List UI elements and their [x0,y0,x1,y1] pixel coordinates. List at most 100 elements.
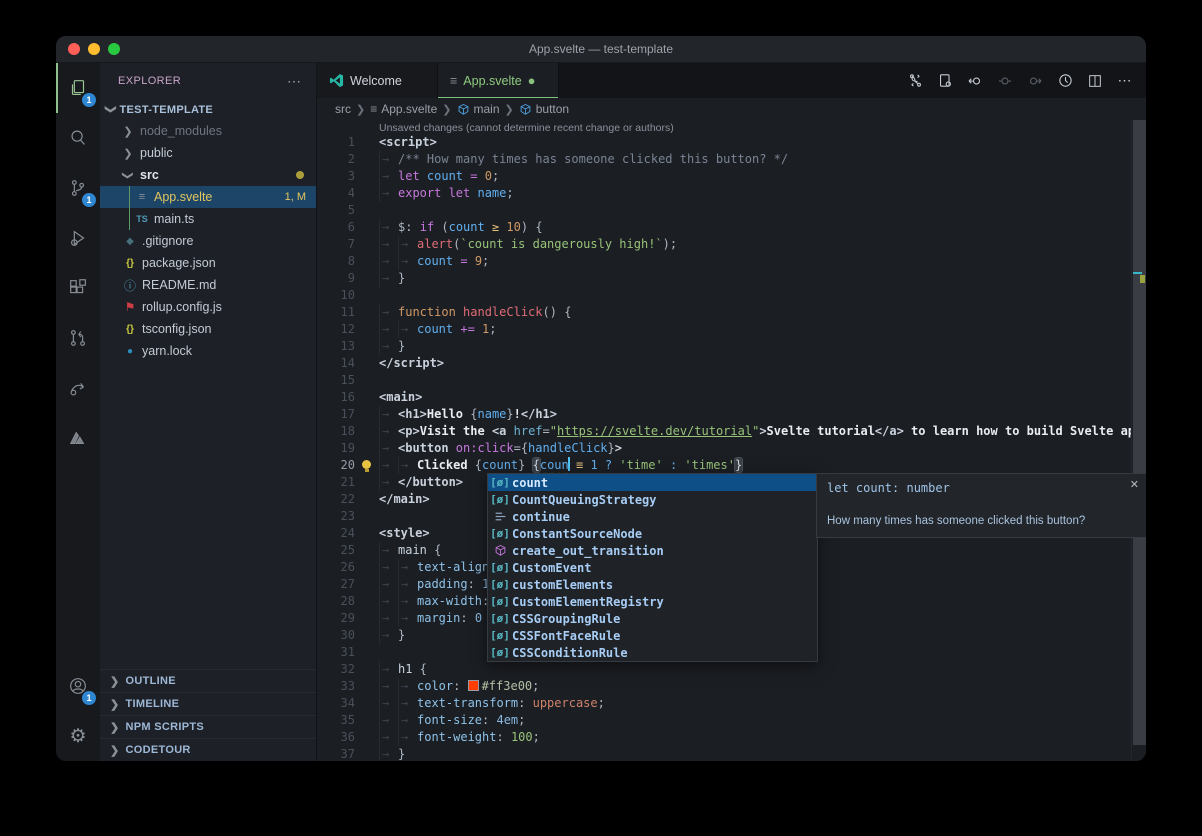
tab-welcome[interactable]: Welcome [317,63,438,98]
breadcrumb[interactable]: src❯≡App.svelte❯main❯button [317,98,1146,120]
line-number: 24 [317,525,379,542]
activity-extensions[interactable] [56,263,100,313]
title-bar[interactable]: App.svelte — test-template [56,36,1146,63]
file-row-rollup-config-js[interactable]: ⚑rollup.config.js [100,296,316,318]
code-line-36: 36→→font-weight: 100; [317,729,1132,746]
open-changes-button[interactable] [932,68,958,94]
suggest-item-customelements[interactable]: [ø]customElements [488,576,817,593]
indent-guide: → [398,457,417,474]
next-change-button[interactable] [1022,68,1048,94]
panel-npm-scripts[interactable]: ❯ NPM SCRIPTS [100,715,316,738]
close-icon[interactable]: ✕ [1130,478,1139,491]
file-row-src[interactable]: ❯src [100,164,316,186]
suggest-item-customelementregistry[interactable]: [ø]CustomElementRegistry [488,593,817,610]
activity-source-control[interactable]: 1 [56,163,100,213]
breadcrumb-label: src [335,102,351,116]
symbol-icon [519,103,532,116]
more-actions-button[interactable]: ⋯ [1112,68,1138,94]
code-line-35: 35→→font-size: 4em; [317,712,1132,729]
editor-scrollbar[interactable] [1131,120,1146,761]
workspace-section-header[interactable]: ❯ TEST-TEMPLATE [100,99,316,120]
line-number: 5 [317,202,379,219]
file-label: src [140,168,159,182]
file-row-node-modules[interactable]: ❯node_modules [100,120,316,142]
file-history-button[interactable] [1052,68,1078,94]
panel-outline[interactable]: ❯OUTLINE [100,669,316,692]
breadcrumb-item-button[interactable]: button [519,102,569,116]
code-editor[interactable]: Unsaved changes (cannot determine recent… [317,120,1132,761]
suggest-item-cssgroupingrule[interactable]: [ø]CSSGroupingRule [488,610,817,627]
indent-guide: → [379,151,398,168]
modified-dot [296,171,304,179]
breadcrumb-separator: ❯ [442,103,451,116]
code-line-5: 5 [317,202,1132,219]
dirty-indicator[interactable]: ● [528,73,536,88]
activity-settings[interactable]: ⚙ [56,711,100,761]
file-row-yarn-lock[interactable]: ●yarn.lock [100,340,316,362]
indent-guide: → [379,440,398,457]
line-number: 22 [317,491,379,508]
file-row-tsconfig-json[interactable]: {}tsconfig.json [100,318,316,340]
chevron-right-icon: ❯ [120,125,136,138]
git-icon: ◆ [122,236,138,247]
file-row-app-svelte[interactable]: ≡App.svelte1, M [100,186,316,208]
indent-guide: → [398,559,417,576]
overview-cursor-marker [1133,272,1142,274]
panel-codetour[interactable]: ❯CODETOUR [100,738,316,761]
activity-azure[interactable] [56,413,100,463]
activity-live-share[interactable] [56,363,100,413]
line-number: 32 [317,661,379,678]
line-number: 27 [317,576,379,593]
tab-app-svelte[interactable]: ≡App.svelte● [438,63,559,98]
code-line-2: 2→/** How many times has someone clicked… [317,151,1132,168]
file-row-readme-md[interactable]: ⓘREADME.md [100,274,316,296]
typescript-icon: TS [134,214,150,224]
indent-guide [129,186,130,208]
suggest-item-create_out_transition[interactable]: create_out_transition [488,542,817,559]
breadcrumb-item-app-svelte[interactable]: ≡App.svelte [370,102,437,116]
activity-search[interactable] [56,113,100,163]
more-actions-icon[interactable]: ⋯ [287,73,302,90]
split-editor-button[interactable] [1082,68,1108,94]
previous-change-button[interactable] [962,68,988,94]
codelens-label[interactable]: Unsaved changes (cannot determine recent… [379,120,1132,134]
lightbulb-icon[interactable] [361,460,372,471]
activity-accounts[interactable]: 1 [56,661,100,711]
suggest-item-cssconditionrule[interactable]: [ø]CSSConditionRule [488,644,817,661]
next-change-icon [1026,72,1044,90]
suggest-item-continue[interactable]: continue [488,508,817,525]
desktop: App.svelte — test-template 111⚙ EXPLORER… [0,0,1202,836]
badge: 1 [82,93,96,107]
file-label: README.md [142,278,216,292]
activity-explorer[interactable]: 1 [56,63,100,113]
chevron-right-icon: ❯ [120,147,136,160]
file-row-public[interactable]: ❯public [100,142,316,164]
breadcrumb-label: button [536,102,569,116]
current-change-button[interactable] [992,68,1018,94]
file-row--gitignore[interactable]: ◆.gitignore [100,230,316,252]
suggest-item-count[interactable]: [ø]count [488,474,817,491]
code-line-11: 11→function handleClick() { [317,304,1132,321]
indent-guide: → [379,219,398,236]
code-line-13: 13→} [317,338,1132,355]
activity-github-pull-requests[interactable] [56,313,100,363]
file-row-main-ts[interactable]: TSmain.ts [100,208,316,230]
activity-run-debug[interactable] [56,213,100,263]
panel-label: NPM SCRIPTS [126,721,204,733]
suggest-item-constantsourcenode[interactable]: [ø]ConstantSourceNode [488,525,817,542]
panel-label: CODETOUR [126,744,191,756]
code-line-6: 6→$: if (count ≥ 10) { [317,219,1132,236]
file-row-package-json[interactable]: {}package.json [100,252,316,274]
chevron-right-icon: ❯ [110,721,120,734]
suggest-item-countqueuingstrategy[interactable]: [ø]CountQueuingStrategy [488,491,817,508]
suggest-item-customevent[interactable]: [ø]CustomEvent [488,559,817,576]
scrollbar-slider[interactable] [1133,120,1146,745]
symbol-icon [457,103,470,116]
svelte-icon: ≡ [134,191,150,203]
suggest-item-cssfontfacerule[interactable]: [ø]CSSFontFaceRule [488,627,817,644]
breadcrumb-label: App.svelte [381,102,437,116]
breadcrumb-item-src[interactable]: src [335,102,351,116]
git-graph-button[interactable] [902,68,928,94]
panel-timeline[interactable]: ❯TIMELINE [100,692,316,715]
breadcrumb-item-main[interactable]: main [457,102,500,116]
